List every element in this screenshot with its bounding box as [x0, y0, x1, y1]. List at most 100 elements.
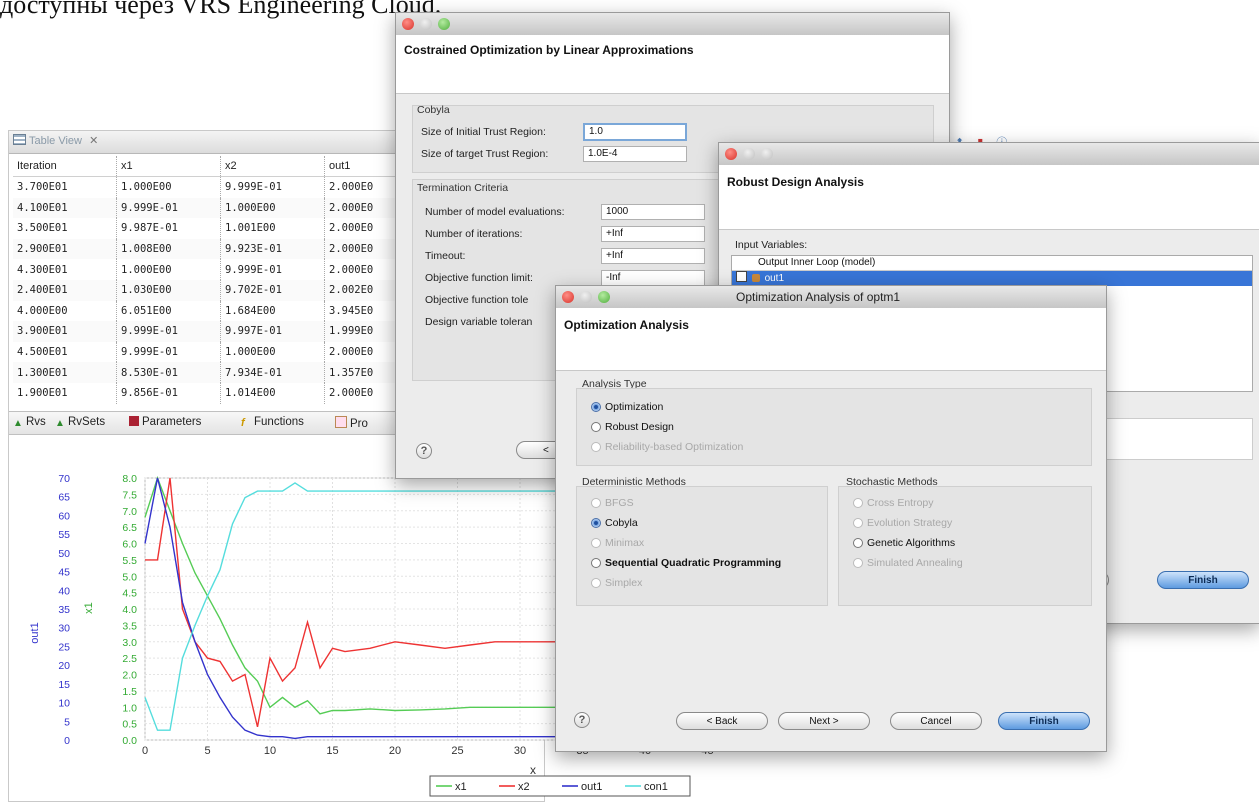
close-window-button[interactable] [725, 148, 737, 160]
timeout-input[interactable]: +Inf [601, 248, 705, 264]
table-cell: 6.051E00 [116, 300, 221, 322]
design-tolerance-label: Design variable toleran [425, 316, 533, 328]
radio-label: Simplex [605, 577, 643, 589]
help-icon[interactable]: ? [416, 443, 432, 459]
tab-problems[interactable]: Pro [335, 416, 368, 430]
column-header[interactable]: x2 [220, 156, 325, 177]
objective-tolerance-label: Objective function tole [425, 294, 529, 306]
close-window-button[interactable] [562, 291, 574, 303]
column-header[interactable]: x1 [116, 156, 221, 177]
close-window-button[interactable] [402, 18, 414, 30]
help-icon[interactable]: ? [574, 712, 590, 728]
column-header[interactable]: out1 [324, 156, 404, 177]
tab-label: Parameters [142, 416, 202, 428]
tab-rvsets[interactable]: ▲ RvSets [55, 416, 105, 429]
table-row[interactable]: 1.900E01 9.856E-01 1.014E00 2.000E0 [13, 382, 404, 404]
table-row[interactable]: 3.900E01 9.999E-01 9.997E-01 1.999E0 [13, 321, 404, 342]
iterations-label: Number of iterations: [425, 228, 523, 240]
y-axis-label-out1: out1 [30, 622, 41, 643]
table-cell: 1.000E00 [116, 259, 221, 280]
iterations-input[interactable]: +Inf [601, 226, 705, 242]
tab-rvs[interactable]: ▲ Rvs [13, 416, 46, 429]
objective-limit-input[interactable]: -Inf [601, 270, 705, 286]
initial-trust-input[interactable]: 1.0 [583, 123, 687, 141]
radio-label: Cobyla [605, 517, 638, 529]
table-cell: 1.014E00 [220, 382, 325, 404]
termination-group-label: Termination Criteria [417, 182, 509, 194]
zoom-window-button[interactable] [438, 18, 450, 30]
cobyla-header: Costrained Optimization by Linear Approx… [396, 35, 949, 94]
legend-label: con1 [644, 781, 668, 793]
table-row[interactable]: 4.000E00 6.051E00 1.684E00 3.945E0 [13, 300, 404, 322]
cobyla-group-label: Cobyla [417, 104, 450, 116]
variable-icon [751, 274, 760, 282]
y-tick-label-x1: 7.0 [122, 506, 137, 518]
y-tick-label-x1: 0.0 [122, 735, 137, 747]
radio-cobyla[interactable]: Cobyla [591, 517, 638, 529]
finish-button[interactable]: Finish [1157, 571, 1249, 589]
table-view-tab[interactable]: Table View ✕ [13, 134, 98, 147]
tab-label: Rvs [26, 416, 46, 428]
table-cell: 3.900E01 [13, 321, 117, 342]
radio-selected-icon [591, 518, 601, 528]
table-cell: 9.999E-01 [220, 176, 325, 198]
target-trust-input[interactable]: 1.0E-4 [583, 146, 687, 162]
tab-parameters[interactable]: Parameters [129, 416, 201, 428]
radio-evolution-strategy[interactable]: Evolution Strategy [853, 517, 952, 529]
radio-genetic-algorithms[interactable]: Genetic Algorithms [853, 537, 955, 549]
minimize-window-button[interactable] [743, 148, 755, 160]
table-row[interactable]: 2.900E01 1.008E00 9.923E-01 2.000E0 [13, 238, 404, 260]
table-cell: 4.300E01 [13, 259, 117, 280]
table-row[interactable]: 4.100E01 9.999E-01 1.000E00 2.000E0 [13, 197, 404, 219]
radio-robust-design[interactable]: Robust Design [591, 421, 674, 433]
cancel-button[interactable]: Cancel [890, 712, 982, 730]
radio-cross-entropy[interactable]: Cross Entropy [853, 497, 934, 509]
table-cell: 1.000E00 [220, 197, 325, 219]
back-button[interactable]: < Back [676, 712, 768, 730]
tree-item-label: out1 [764, 273, 785, 284]
table-row[interactable]: 4.500E01 9.999E-01 1.000E00 2.000E0 [13, 341, 404, 363]
x-axis-label: x [530, 763, 536, 777]
table-row[interactable]: 2.400E01 1.030E00 9.702E-01 2.002E0 [13, 279, 404, 301]
tab-functions[interactable]: f Functions [241, 416, 304, 429]
radio-bfgs[interactable]: BFGS [591, 497, 634, 509]
radio-simplex[interactable]: Simplex [591, 577, 642, 589]
finish-button[interactable]: Finish [998, 712, 1090, 730]
zoom-window-button[interactable] [761, 148, 773, 160]
y-tick-label-x1: 8.0 [122, 473, 137, 485]
input-variables-label: Input Variables: [735, 239, 808, 251]
zoom-window-button[interactable] [598, 291, 610, 303]
radio-label: Sequential Quadratic Programming [605, 557, 782, 569]
table-row[interactable]: 1.300E01 8.530E-01 7.934E-01 1.357E0 [13, 362, 404, 383]
table-row[interactable]: 3.700E01 1.000E00 9.999E-01 2.000E0 [13, 176, 404, 198]
radio-label: Simulated Annealing [867, 557, 963, 569]
radio-optimization[interactable]: Optimization [591, 401, 663, 413]
column-header[interactable]: Iteration [13, 156, 117, 177]
radio-icon [853, 558, 863, 568]
next-button[interactable]: Next > [778, 712, 870, 730]
table-cell: 1.357E0 [324, 362, 404, 383]
list-box[interactable] [1105, 418, 1253, 460]
model-evaluations-input[interactable]: 1000 [601, 204, 705, 220]
radio-minimax[interactable]: Minimax [591, 537, 644, 549]
y-tick-label-x1: 0.5 [122, 719, 137, 731]
y-tick-label-out1: 10 [58, 698, 70, 710]
radio-sqp[interactable]: Sequential Quadratic Programming [591, 557, 781, 569]
table-cell: 1.900E01 [13, 382, 117, 404]
table-row[interactable]: 4.300E01 1.000E00 9.999E-01 2.000E0 [13, 259, 404, 280]
y-tick-label-x1: 5.0 [122, 571, 137, 583]
checkbox-icon[interactable] [736, 271, 747, 282]
robust-header: Robust Design Analysis [719, 165, 1259, 230]
tree-item-out1[interactable]: out1 [732, 271, 1252, 286]
minimize-window-button[interactable] [580, 291, 592, 303]
minimize-window-button[interactable] [420, 18, 432, 30]
y-tick-label-out1: 20 [58, 660, 70, 672]
optim-header: Optimization Analysis [556, 308, 1106, 371]
table-row[interactable]: 3.500E01 9.987E-01 1.001E00 2.000E0 [13, 218, 404, 239]
close-icon[interactable]: ✕ [89, 135, 98, 147]
radio-simulated-annealing[interactable]: Simulated Annealing [853, 557, 963, 569]
radio-icon [591, 538, 601, 548]
radio-reliability-optimization[interactable]: Reliability-based Optimization [591, 441, 743, 453]
table-cell: 2.000E0 [324, 218, 404, 239]
table-cell: 9.999E-01 [116, 341, 221, 363]
